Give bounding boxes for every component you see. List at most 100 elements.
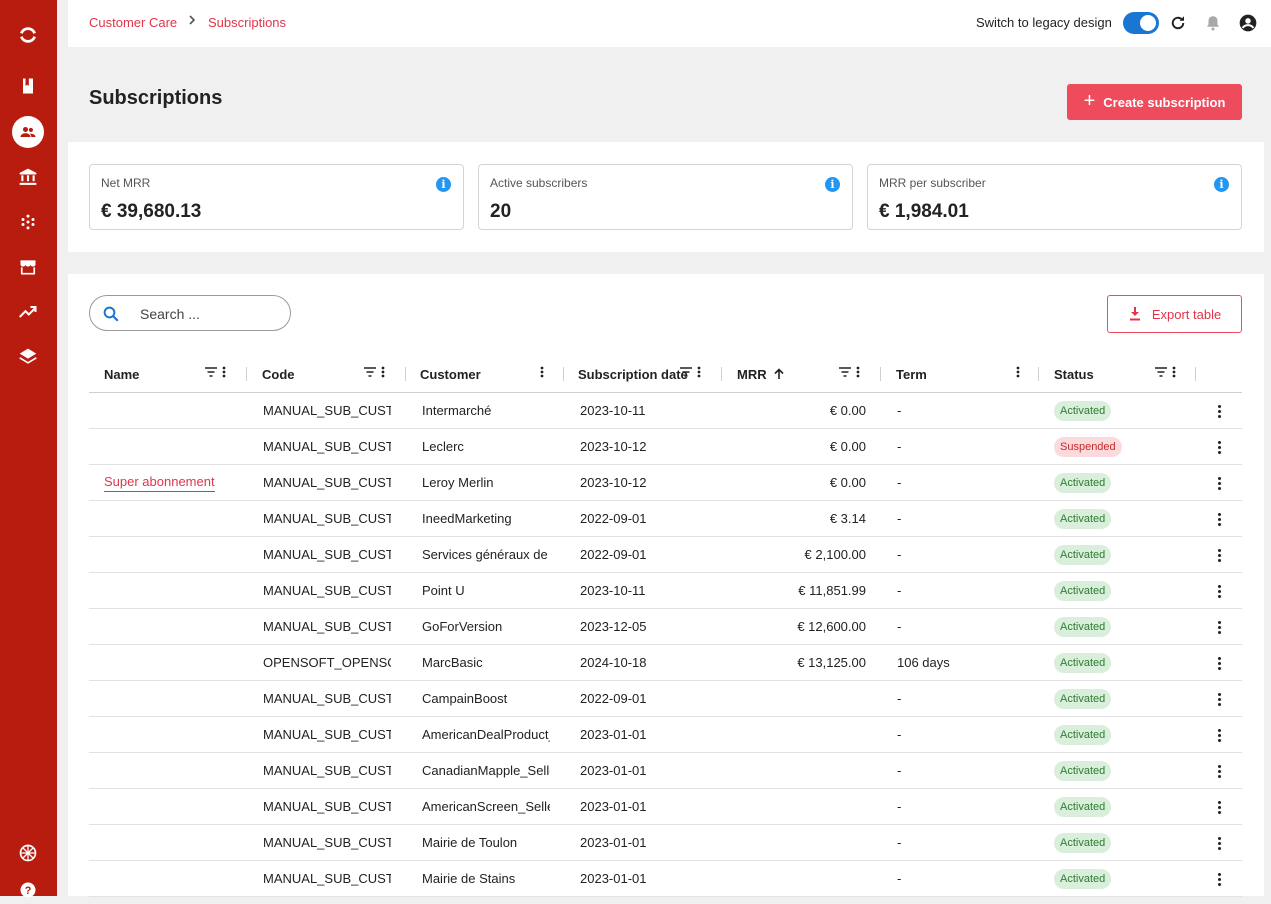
column-header-mrr[interactable]: MRR <box>737 356 785 392</box>
row-actions-icon[interactable] <box>1214 870 1224 888</box>
filter-icon[interactable] <box>679 365 693 379</box>
table-row[interactable]: MANUAL_SUB_CUSTO Mairie de Toulon 2023-01-… <box>89 825 1242 861</box>
customer-cell: CanadianMapple_Selle <box>422 763 550 778</box>
status-badge: Suspended <box>1054 436 1122 457</box>
mrr-cell: € 11,851.99 <box>798 583 866 598</box>
term-cell: - <box>897 403 902 418</box>
table-row[interactable]: MANUAL_SUB_CUSTO Mairie de Stains 2023-01-… <box>89 861 1242 897</box>
row-actions-icon[interactable] <box>1214 834 1224 852</box>
column-divider[interactable] <box>246 367 247 381</box>
column-divider[interactable] <box>1038 367 1039 381</box>
table-row[interactable]: MANUAL_SUB_CUSTO CampainBoost 2022-09-01 - A… <box>89 681 1242 717</box>
date-cell: 2023-01-01 <box>580 763 647 778</box>
column-divider[interactable] <box>880 367 881 381</box>
language-flag-icon[interactable] <box>14 839 42 867</box>
trending-up-icon[interactable] <box>14 298 42 326</box>
column-header-name[interactable]: Name <box>104 356 139 392</box>
row-actions-icon[interactable] <box>1214 402 1224 420</box>
column-divider[interactable] <box>721 367 722 381</box>
row-actions-icon[interactable] <box>1214 510 1224 528</box>
table-row[interactable]: MANUAL_SUB_CUSTO Services généraux de C 20… <box>89 537 1242 573</box>
table-row[interactable]: MANUAL_SUB_CUSTO Leclerc 2023-10-12 € 0.00 -… <box>89 429 1242 465</box>
table-row[interactable]: Super abonnement MANUAL_SUB_CUSTO Leroy Me… <box>89 465 1242 501</box>
customers-icon[interactable] <box>12 116 44 148</box>
export-table-button[interactable]: Export table <box>1107 295 1242 333</box>
row-actions-icon[interactable] <box>1214 726 1224 744</box>
status-badge: Activated <box>1054 472 1112 493</box>
status-badge: Activated <box>1054 796 1112 817</box>
info-icon[interactable]: i <box>436 177 451 192</box>
kpi-label: MRR per subscriber <box>879 176 986 190</box>
filter-icon[interactable] <box>204 365 218 379</box>
refresh-icon[interactable] <box>1167 12 1189 34</box>
column-header-status[interactable]: Status <box>1054 356 1094 392</box>
search-box[interactable] <box>89 295 291 331</box>
network-icon[interactable] <box>14 208 42 236</box>
create-subscription-button[interactable]: + Create subscription <box>1067 84 1242 120</box>
status-badge: Activated <box>1054 652 1112 673</box>
column-divider[interactable] <box>405 367 406 381</box>
column-header-code[interactable]: Code <box>262 356 295 392</box>
table-row[interactable]: MANUAL_SUB_CUSTO AmericanDealProduct_ 2023… <box>89 717 1242 753</box>
column-tools <box>1014 365 1022 379</box>
row-actions-icon[interactable] <box>1214 438 1224 456</box>
logo-icon[interactable] <box>14 21 42 49</box>
column-menu-icon[interactable] <box>1014 365 1022 379</box>
layers-icon[interactable] <box>14 343 42 371</box>
filter-icon[interactable] <box>1154 365 1168 379</box>
date-cell: 2023-12-05 <box>580 619 647 634</box>
column-header-subscription-date[interactable]: Subscription date <box>578 356 688 392</box>
column-menu-icon[interactable] <box>854 365 862 379</box>
kpi-value: € 1,984.01 <box>879 201 969 222</box>
row-actions-icon[interactable] <box>1214 654 1224 672</box>
book-icon[interactable] <box>14 72 42 100</box>
filter-icon[interactable] <box>838 365 852 379</box>
row-actions-icon[interactable] <box>1214 546 1224 564</box>
code-cell: MANUAL_SUB_CUSTO <box>263 475 391 490</box>
table-row[interactable]: MANUAL_SUB_CUSTO AmericanScreen_Seller 202… <box>89 789 1242 825</box>
legacy-design-toggle[interactable] <box>1123 12 1159 34</box>
table-row[interactable]: MANUAL_SUB_CUSTO Point U 2023-10-11 € 11,85… <box>89 573 1242 609</box>
status-cell: Activated <box>1054 501 1184 536</box>
breadcrumb-subscriptions[interactable]: Subscriptions <box>208 15 286 30</box>
row-actions-icon[interactable] <box>1214 798 1224 816</box>
date-cell: 2022-09-01 <box>580 511 647 526</box>
table-row[interactable]: OPENSOFT_OPENSOF MarcBasic 2024-10-18 € 13,… <box>89 645 1242 681</box>
status-badge: Activated <box>1054 760 1112 781</box>
date-cell: 2023-01-01 <box>580 835 647 850</box>
info-icon[interactable]: i <box>1214 177 1229 192</box>
date-cell: 2022-09-01 <box>580 547 647 562</box>
subscription-name-link[interactable]: Super abonnement <box>104 474 215 492</box>
help-icon[interactable]: ? <box>14 876 42 904</box>
row-actions-icon[interactable] <box>1214 582 1224 600</box>
create-subscription-label: Create subscription <box>1103 94 1226 110</box>
column-divider[interactable] <box>1195 367 1196 381</box>
info-icon[interactable]: i <box>825 177 840 192</box>
column-header-customer[interactable]: Customer <box>420 356 481 392</box>
table-row[interactable]: MANUAL_SUB_CUSTO Intermarché 2023-10-11 € 0… <box>89 393 1242 429</box>
filter-icon[interactable] <box>363 365 377 379</box>
store-icon[interactable] <box>14 253 42 281</box>
column-divider[interactable] <box>563 367 564 381</box>
bank-icon[interactable] <box>14 163 42 191</box>
row-actions-icon[interactable] <box>1214 618 1224 636</box>
column-menu-icon[interactable] <box>538 365 546 379</box>
row-actions-icon[interactable] <box>1214 474 1224 492</box>
bell-icon[interactable] <box>1202 12 1224 34</box>
account-icon[interactable] <box>1237 12 1259 34</box>
row-actions-icon[interactable] <box>1214 690 1224 708</box>
column-menu-icon[interactable] <box>695 365 703 379</box>
column-menu-icon[interactable] <box>220 365 228 379</box>
table-row[interactable]: MANUAL_SUB_CUSTO IneedMarketing 2022-09-01… <box>89 501 1242 537</box>
breadcrumb-customer-care[interactable]: Customer Care <box>89 15 177 30</box>
status-badge: Activated <box>1054 688 1112 709</box>
search-input[interactable] <box>140 304 280 324</box>
customer-cell: AmericanScreen_Seller <box>422 799 550 814</box>
column-menu-icon[interactable] <box>379 365 387 379</box>
table-row[interactable]: MANUAL_SUB_CUSTO CanadianMapple_Selle 2023… <box>89 753 1242 789</box>
table-row[interactable]: MANUAL_SUB_CUSTO GoForVersion 2023-12-05 € … <box>89 609 1242 645</box>
row-actions-icon[interactable] <box>1214 762 1224 780</box>
column-menu-icon[interactable] <box>1170 365 1178 379</box>
sort-ascending-icon[interactable] <box>773 368 785 380</box>
column-header-term[interactable]: Term <box>896 356 927 392</box>
